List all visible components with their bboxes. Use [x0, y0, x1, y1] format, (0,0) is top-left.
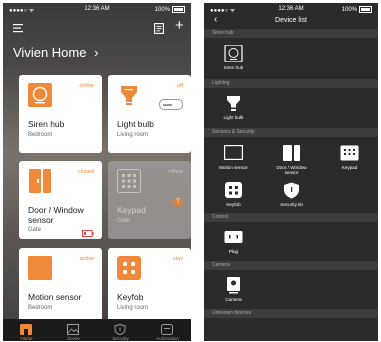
section-header-control: Control — [204, 213, 378, 222]
device-room: Living room — [117, 132, 149, 138]
section-header-camera: Camera — [204, 261, 378, 270]
keypad-icon — [117, 169, 141, 193]
door-window-sensor-icon — [282, 145, 301, 162]
device-card-door-window-sensor[interactable]: closed Door / Window sensor Gate — [19, 161, 102, 239]
device-room: Bedroom — [28, 305, 53, 311]
tab-security[interactable]: Security — [97, 319, 144, 341]
plug-icon — [224, 229, 243, 246]
device-room: Living room — [117, 305, 149, 311]
tab-label: Automation — [156, 336, 179, 341]
device-card-siren-hub[interactable]: online Siren hub Bedroom — [19, 75, 102, 153]
device-item-security-kit[interactable]: Security kit — [270, 178, 313, 214]
device-label: Camera — [225, 297, 242, 302]
power-toggle[interactable] — [159, 99, 183, 110]
light-bulb-icon — [224, 95, 243, 112]
tab-label: Home — [20, 336, 33, 341]
motion-sensor-icon — [28, 256, 52, 280]
device-label: Light bulb — [223, 115, 244, 120]
battery-indicator: 100% — [155, 6, 185, 13]
chevron-right-icon: › — [94, 45, 99, 60]
status-badge: offline — [168, 169, 183, 175]
keyfob-icon — [224, 182, 243, 199]
shield-icon — [282, 182, 301, 199]
device-card-motion-sensor[interactable]: active Motion sensor Bedroom — [19, 248, 102, 326]
battery-icon — [359, 6, 372, 13]
section-header-siren-hub: Siren hub — [204, 29, 378, 38]
device-label: Keyfob — [226, 202, 241, 207]
scene-icon — [67, 322, 79, 335]
device-item-light-bulb[interactable]: Light bulb — [212, 91, 255, 127]
tab-scene[interactable]: Scene — [50, 319, 97, 341]
home-selector[interactable]: Vivien Home › — [13, 45, 98, 60]
device-card-keypad[interactable]: offline ? Keypad Gate — [108, 161, 191, 239]
menu-icon[interactable] — [13, 23, 23, 35]
device-item-keypad[interactable]: Keypad — [328, 141, 371, 177]
page-title: Device list — [275, 17, 307, 24]
battery-text: 100% — [341, 7, 357, 14]
status-badge: closed — [78, 169, 94, 175]
device-list-screen: ●●●●○ ᯤ 12:36 AM 100% ‹ Device list Sire… — [204, 3, 378, 341]
battery-low-icon — [82, 224, 94, 242]
section-header-unknown-devices: Unknown devices — [204, 309, 378, 318]
status-bar: ●●●●○ ᯤ 12:36 AM 100% — [204, 3, 378, 15]
device-item-door-window-sensor[interactable]: Door / Window sensor — [270, 141, 313, 177]
battery-indicator: 100% — [342, 6, 372, 13]
tab-label: Scene — [67, 336, 80, 341]
device-name: Keypad — [117, 205, 146, 215]
device-label: Motion sensor — [219, 165, 248, 170]
device-item-camera[interactable]: Camera — [212, 273, 255, 309]
device-label: Door / Window sensor — [276, 165, 307, 175]
siren-hub-icon — [28, 83, 52, 107]
device-room: Gate — [28, 227, 42, 233]
home-screen: ●●●●○ ᯤ 12:36 AM 100% + Vivien Home › on… — [3, 3, 191, 341]
device-name: Light bulb — [117, 119, 154, 129]
shield-icon — [114, 322, 126, 336]
device-name: Siren hub — [28, 119, 65, 129]
device-label: Keypad — [341, 165, 358, 170]
tab-home[interactable]: Home — [3, 319, 50, 341]
light-bulb-icon — [117, 83, 141, 107]
device-label: Plug — [228, 249, 239, 254]
device-item-keyfob[interactable]: Keyfob — [212, 178, 255, 214]
device-room: Gate — [117, 218, 131, 224]
device-name: Motion sensor — [28, 292, 82, 302]
device-item-plug[interactable]: Plug — [212, 225, 255, 261]
device-card-keyfob[interactable]: stay Keyfob Living room — [108, 248, 191, 326]
status-badge: online — [79, 83, 94, 89]
motion-sensor-icon — [224, 145, 243, 162]
home-icon — [20, 322, 32, 335]
status-badge: stay — [172, 256, 183, 262]
status-bar: ●●●●○ ᯤ 12:36 AM 100% — [3, 3, 191, 15]
door-window-sensor-icon — [28, 169, 52, 193]
section-header-lighting: Lighting — [204, 79, 378, 88]
device-label: Siren hub — [223, 65, 244, 70]
keyfob-icon — [117, 256, 141, 280]
tab-label: Security — [112, 336, 129, 341]
home-name: Vivien Home — [13, 45, 87, 60]
document-icon[interactable] — [154, 23, 164, 36]
siren-hub-icon — [224, 44, 243, 63]
automation-icon — [161, 322, 173, 335]
device-name: Keyfob — [117, 292, 144, 302]
device-label: Security kit — [280, 202, 303, 207]
tab-automation[interactable]: Automation — [144, 319, 191, 341]
device-name: Door / Window sensor — [28, 205, 84, 225]
battery-icon — [172, 6, 185, 13]
device-item-siren-hub[interactable]: Siren hub — [212, 41, 255, 77]
battery-text: 100% — [154, 7, 170, 14]
warning-icon[interactable]: ? — [173, 197, 183, 207]
section-header-sensors-security: Sensors & Security — [204, 128, 378, 137]
camera-icon — [224, 277, 243, 294]
keypad-icon — [340, 145, 359, 162]
device-item-motion-sensor[interactable]: Motion sensor — [212, 141, 255, 177]
status-badge: off — [176, 83, 183, 89]
tab-bar: Home Scene Security Automation — [3, 319, 191, 341]
device-card-light-bulb[interactable]: off Light bulb Living room — [108, 75, 191, 153]
status-badge: active — [79, 256, 94, 262]
device-room: Bedroom — [28, 132, 53, 138]
add-icon[interactable]: + — [175, 18, 184, 33]
